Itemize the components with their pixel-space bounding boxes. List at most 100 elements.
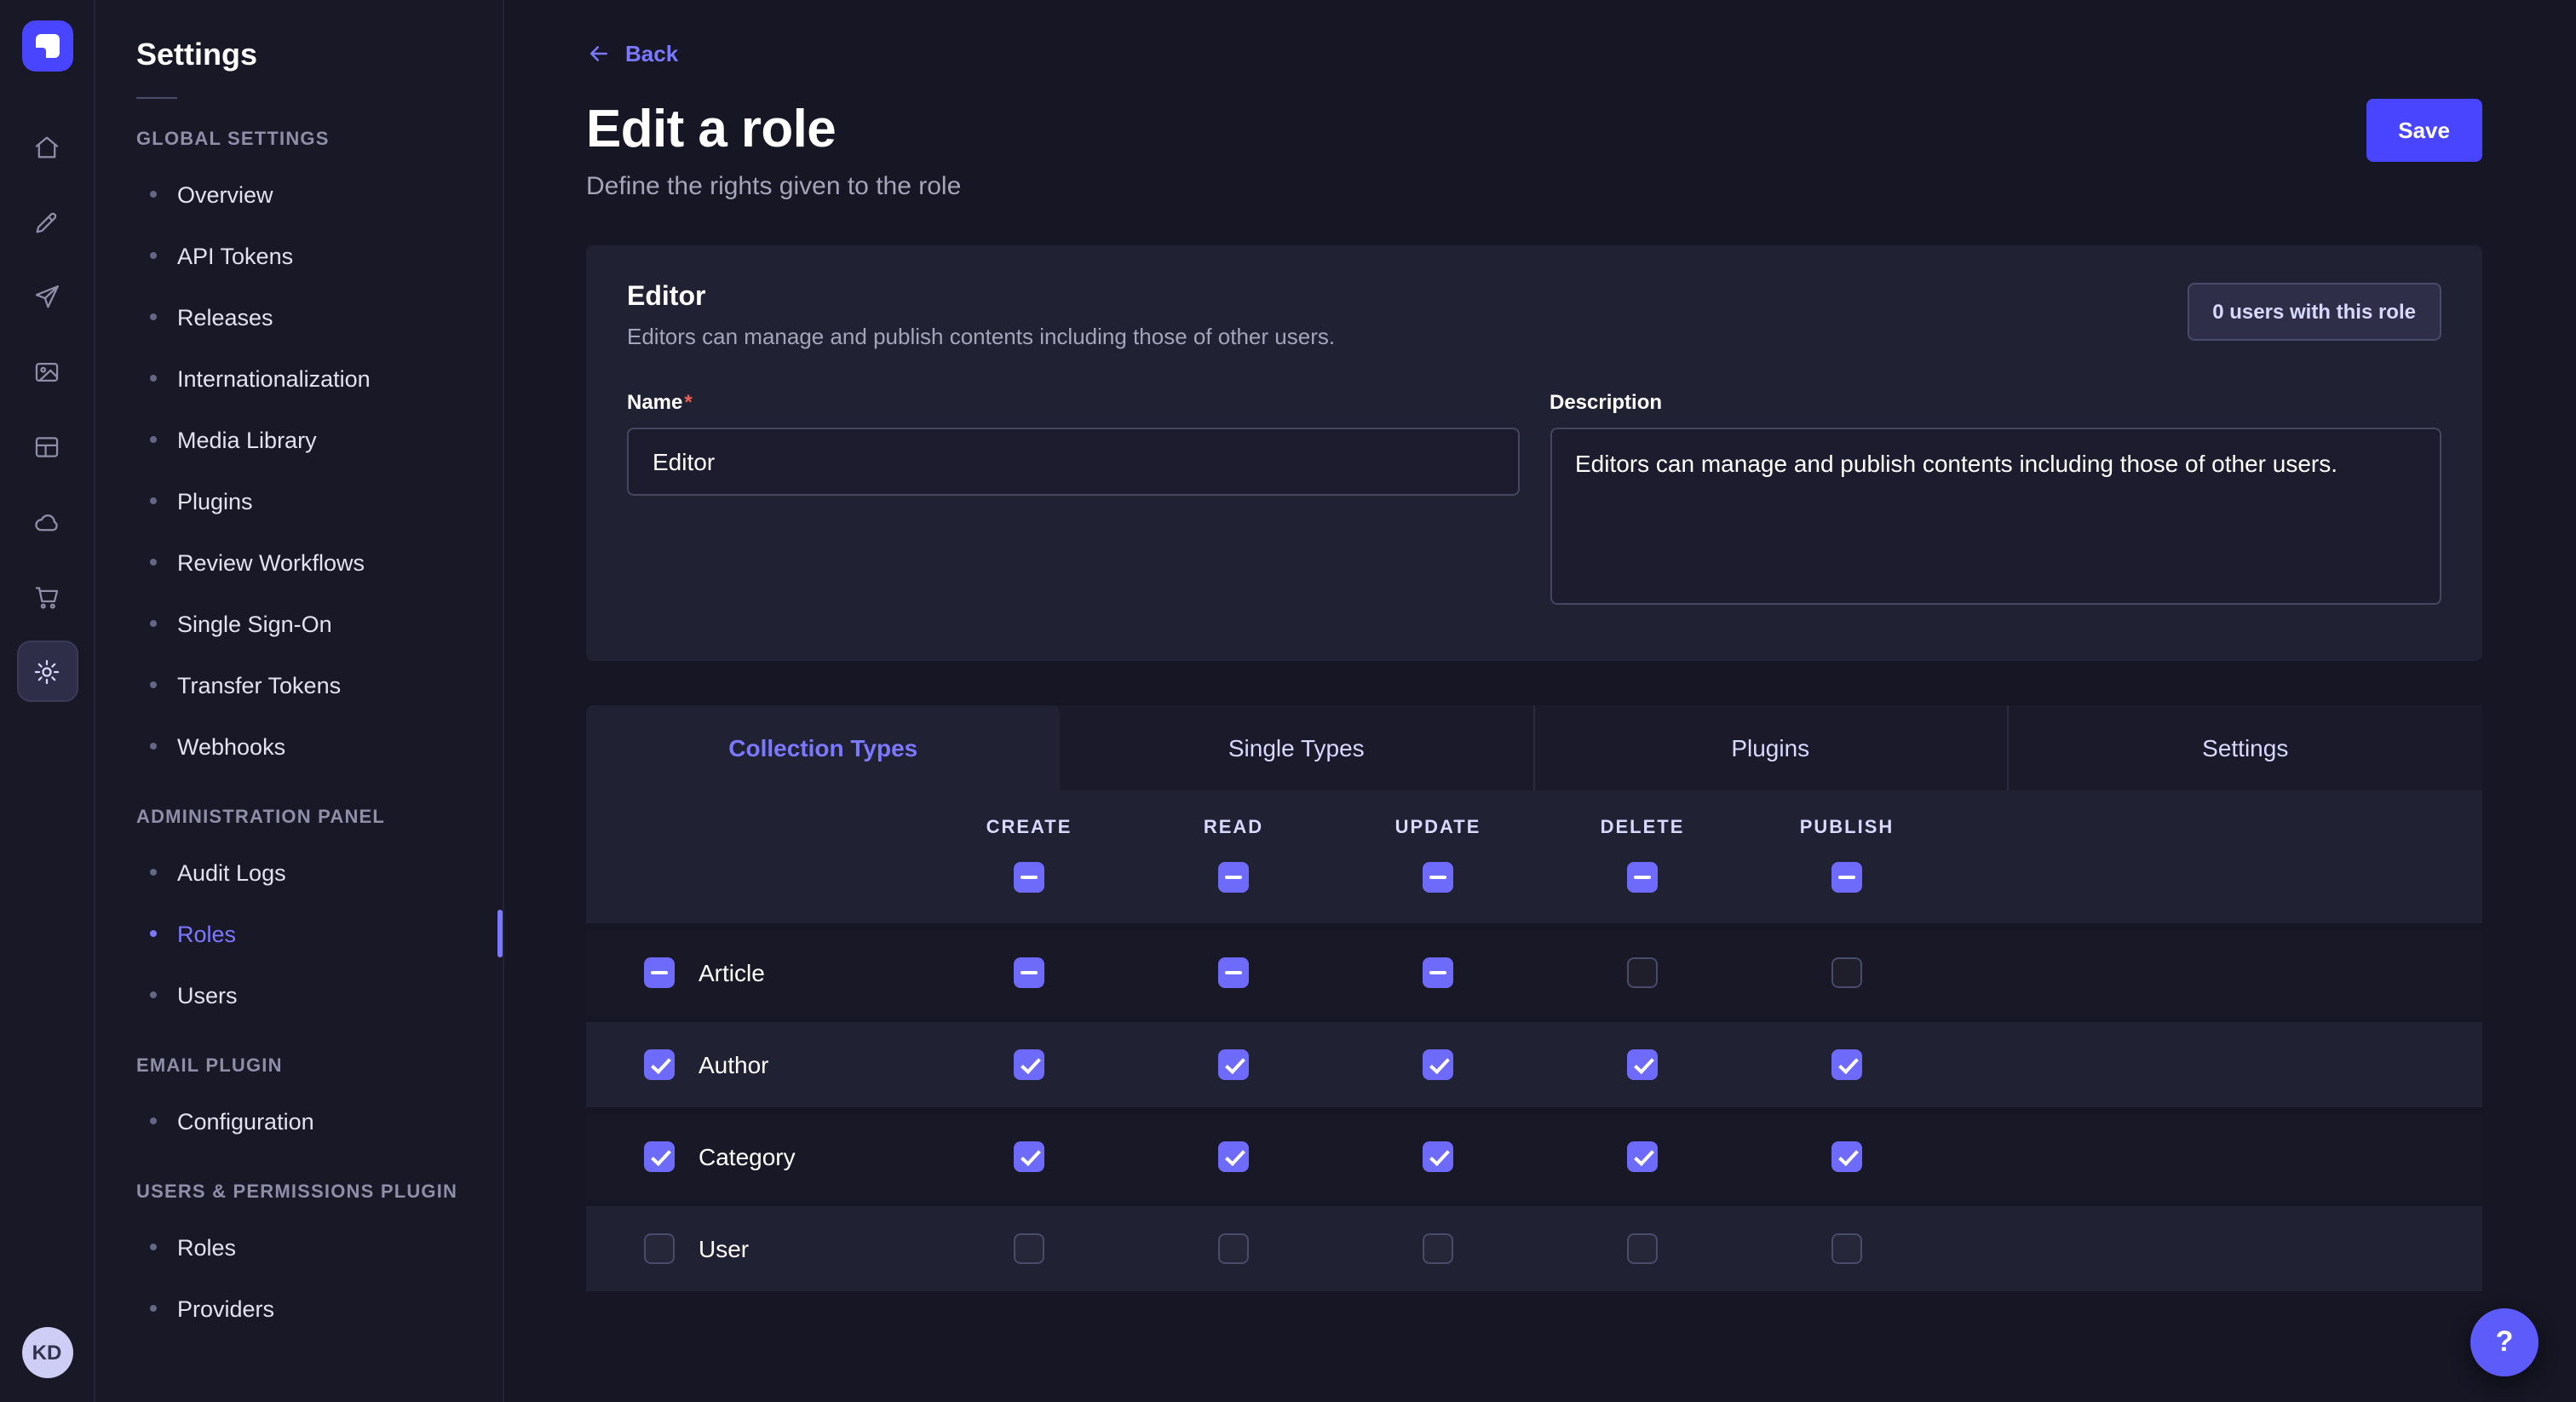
media-library-icon[interactable] [16,341,78,402]
row-label-cell: Article [586,957,927,988]
permission-checkbox[interactable] [1218,1141,1249,1172]
deploy-icon[interactable] [16,266,78,327]
sidebar-item-single-sign-on[interactable]: Single Sign-On [136,593,462,654]
sidebar-item-label: Roles [177,1234,236,1260]
row-select-checkbox[interactable] [644,1141,675,1172]
bullet-icon [150,681,157,688]
table-row-user: User [586,1206,2482,1291]
permission-checkbox[interactable] [1627,1233,1658,1264]
sidebar-item-audit-logs[interactable]: Audit Logs [136,842,462,903]
row-select-checkbox[interactable] [644,1233,675,1264]
cell-publish [1745,1049,1949,1080]
permission-checkbox[interactable] [1831,1233,1862,1264]
permission-checkbox[interactable] [1218,1049,1249,1080]
cell-create [927,957,1131,988]
row-label-cell: Author [586,1049,927,1080]
sidebar-item-plugins[interactable]: Plugins [136,470,462,531]
permission-checkbox[interactable] [1014,1049,1044,1080]
back-link[interactable]: Back [586,41,678,66]
sidebar-item-label: Releases [177,304,273,330]
users-with-role-button[interactable]: 0 users with this role [2187,283,2441,341]
permission-checkbox[interactable] [1627,1141,1658,1172]
sidebar-item-configuration[interactable]: Configuration [136,1090,462,1152]
permission-checkbox[interactable] [1423,1049,1453,1080]
permission-checkbox[interactable] [1014,957,1044,988]
column-select-all-checkbox[interactable] [1423,862,1453,893]
column-select-all-checkbox[interactable] [1014,862,1044,893]
row-select-checkbox[interactable] [644,957,675,988]
tab-settings[interactable]: Settings [2009,705,2483,790]
name-field-group: Name* [627,390,1519,613]
permissions-table-header: CREATE READ UPDATE DELETE [586,790,2482,923]
settings-sidebar: Settings GLOBAL SETTINGS Overview API To… [95,0,504,1402]
sidebar-item-transfer-tokens[interactable]: Transfer Tokens [136,654,462,715]
permission-checkbox[interactable] [1423,1233,1453,1264]
column-select-all-checkbox[interactable] [1218,862,1249,893]
home-icon[interactable] [16,116,78,177]
cloud-icon[interactable] [16,491,78,552]
settings-gear-icon[interactable] [16,641,78,702]
cell-delete [1540,1049,1745,1080]
sidebar-item-webhooks[interactable]: Webhooks [136,715,462,777]
permission-checkbox[interactable] [1014,1141,1044,1172]
sidebar-item-roles-up[interactable]: Roles [136,1216,462,1278]
main-content: Back Edit a role Save Define the rights … [504,0,2576,1402]
cell-update [1336,1049,1540,1080]
column-label: DELETE [1601,818,1685,838]
permission-checkbox[interactable] [1831,1049,1862,1080]
bullet-icon [150,991,157,998]
permission-checkbox[interactable] [1831,957,1862,988]
help-button[interactable]: ? [2470,1308,2539,1376]
sidebar-item-label: Single Sign-On [177,611,332,636]
sidebar-item-overview[interactable]: Overview [136,164,462,225]
tab-plugins[interactable]: Plugins [1534,705,2009,790]
permissions-tabs: Collection Types Single Types Plugins Se… [586,705,2482,790]
name-input[interactable] [627,428,1519,496]
cell-update [1336,957,1540,988]
permission-checkbox[interactable] [1014,1233,1044,1264]
strapi-logo-icon[interactable] [21,20,72,72]
section-label-email-plugin: EMAIL PLUGIN [136,1056,462,1077]
sidebar-item-releases[interactable]: Releases [136,286,462,348]
sidebar-item-label: Configuration [177,1108,314,1134]
sidebar-item-review-workflows[interactable]: Review Workflows [136,531,462,593]
column-update: UPDATE [1336,818,1540,893]
section-label-administration-panel: ADMINISTRATION PANEL [136,807,462,828]
avatar[interactable]: KD [21,1327,72,1378]
name-label-text: Name [627,390,682,414]
permission-checkbox[interactable] [1218,957,1249,988]
bullet-icon [150,743,157,750]
sidebar-item-label: Media Library [177,427,317,452]
sidebar-item-media-library[interactable]: Media Library [136,409,462,470]
content-type-builder-icon[interactable] [16,416,78,477]
column-select-all-checkbox[interactable] [1831,862,1862,893]
permission-checkbox[interactable] [1423,1141,1453,1172]
permission-checkbox[interactable] [1627,957,1658,988]
sidebar-item-label: Webhooks [177,733,285,759]
row-select-checkbox[interactable] [644,1049,675,1080]
permission-checkbox[interactable] [1627,1049,1658,1080]
sidebar-item-providers[interactable]: Providers [136,1278,462,1339]
permission-checkbox[interactable] [1831,1141,1862,1172]
permissions-card: Collection Types Single Types Plugins Se… [586,705,2482,1291]
tab-single-types[interactable]: Single Types [1061,705,1535,790]
column-label: PUBLISH [1800,818,1895,838]
description-textarea[interactable]: Editors can manage and publish contents … [1550,428,2441,605]
row-label: Article [699,959,765,986]
column-select-all-checkbox[interactable] [1627,862,1658,893]
tab-collection-types[interactable]: Collection Types [586,705,1061,790]
sidebar-item-api-tokens[interactable]: API Tokens [136,225,462,286]
sidebar-item-label: Review Workflows [177,549,365,575]
sidebar-item-users[interactable]: Users [136,964,462,1026]
permission-checkbox[interactable] [1423,957,1453,988]
cell-create [927,1233,1131,1264]
sidebar-item-roles-admin[interactable]: Roles [136,903,462,964]
sidebar-item-internationalization[interactable]: Internationalization [136,348,462,409]
save-button[interactable]: Save [2366,99,2482,162]
row-label-cell: Category [586,1141,927,1172]
permission-checkbox[interactable] [1218,1233,1249,1264]
cell-read [1131,1049,1336,1080]
content-manager-icon[interactable] [16,191,78,252]
marketplace-icon[interactable] [16,566,78,627]
bullet-icon [150,1118,157,1124]
